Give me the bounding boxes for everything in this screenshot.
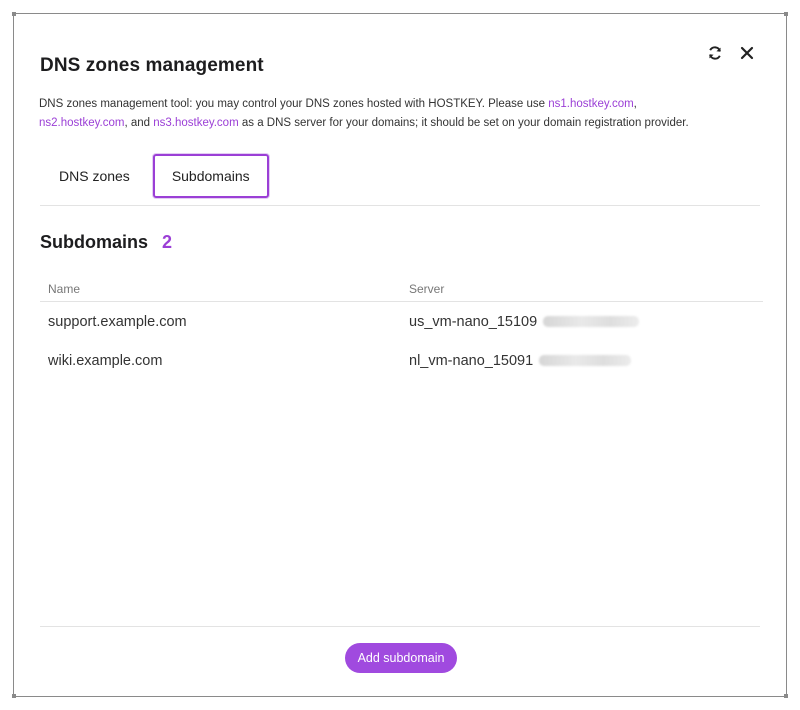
dialog-corner [12,694,16,698]
ns1-link[interactable]: ns1.hostkey.com [548,98,633,110]
dialog-corner [784,12,788,16]
table-header: Name Server [40,276,763,302]
close-icon[interactable] [738,44,756,62]
dialog-header-actions [706,44,756,62]
section-heading: Subdomains 2 [40,232,172,253]
ns3-link[interactable]: ns3.hostkey.com [153,117,238,129]
column-header-name: Name [48,281,81,296]
server-name: us_vm-nano_15109 [409,313,538,330]
page-title: DNS zones management [40,55,264,76]
intro-text-after: as a DNS server for your domains; it sho… [238,117,689,129]
subdomains-table: Name Server support.example.com us_vm-na… [40,276,763,380]
table-row[interactable]: wiki.example.com nl_vm-nano_15091 [40,341,763,380]
column-header-server: Server [409,281,445,296]
table-row[interactable]: support.example.com us_vm-nano_15109 [40,302,763,341]
tab-dns-zones[interactable]: DNS zones [40,154,149,198]
subdomain-count-badge: 2 [162,232,173,252]
subdomain-server: us_vm-nano_15109 [402,314,763,330]
server-name: nl_vm-nano_15091 [409,352,534,369]
intro-text-before: DNS zones management tool: you may contr… [39,98,549,110]
dns-zones-dialog: DNS zones management DNS zones managemen… [12,12,788,698]
subdomain-name: wiki.example.com [48,352,163,369]
intro-sep-2: , and [124,117,154,129]
ns2-link[interactable]: ns2.hostkey.com [39,117,124,129]
subdomain-name: support.example.com [48,313,187,330]
intro-text: DNS zones management tool: you may contr… [39,95,774,133]
tab-subdomains[interactable]: Subdomains [152,154,269,198]
intro-sep-1: , [633,98,637,110]
dialog-corner [784,694,788,698]
tabs-divider [40,205,760,206]
redacted-ip [543,316,640,328]
redacted-ip [539,355,632,367]
dialog-corner [12,12,16,16]
section-title: Subdomains [40,232,149,252]
add-subdomain-button[interactable]: Add subdomain [345,643,457,673]
footer-divider [40,626,760,627]
subdomain-server: nl_vm-nano_15091 [402,353,763,369]
refresh-icon[interactable] [706,44,724,62]
tab-bar: DNS zones Subdomains [40,154,269,198]
